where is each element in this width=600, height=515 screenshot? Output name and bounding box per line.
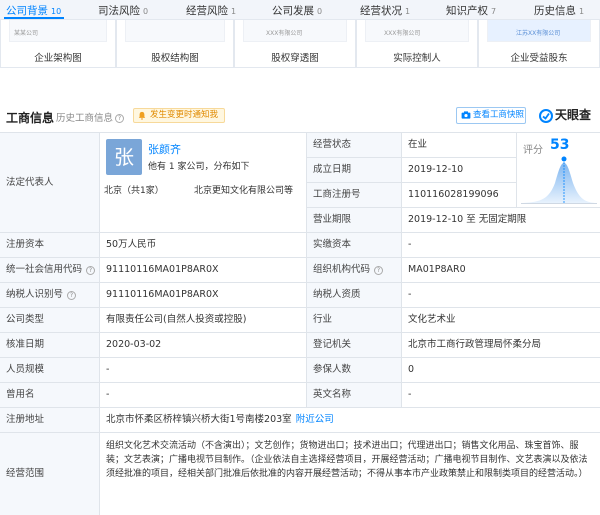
thumb-label: 企业受益股东 bbox=[510, 53, 568, 64]
thumb-equity-structure[interactable]: 股权结构图 bbox=[116, 20, 234, 68]
english-name-label: 英文名称 bbox=[307, 383, 402, 408]
help-icon[interactable]: ? bbox=[67, 290, 77, 300]
avatar[interactable]: 张 bbox=[106, 139, 142, 175]
capital-label: 注册资本 bbox=[0, 233, 100, 258]
credit-code-value: 91110116MA01P8AR0X bbox=[100, 258, 307, 283]
tab-intellectual-property[interactable]: 知识产权 7 bbox=[446, 3, 496, 17]
paid-capital-value: - bbox=[402, 233, 600, 258]
legal-rep-city: 北京（共1家） bbox=[104, 186, 164, 196]
tax-qualification-label: 纳税人资质 bbox=[307, 283, 402, 308]
tab-company-background[interactable]: 公司背景 10 bbox=[6, 3, 61, 17]
thumb-image: 某某公司 bbox=[9, 20, 107, 42]
thumb-image: XXX有限公司 bbox=[365, 20, 469, 42]
english-name-value: - bbox=[402, 383, 600, 408]
capital-value: 50万人民币 bbox=[100, 233, 307, 258]
thumb-equity-penetration[interactable]: XXX有限公司 股权穿透图 bbox=[234, 20, 356, 68]
former-name-value: - bbox=[100, 383, 307, 408]
thumb-enterprise-structure[interactable]: 某某公司 企业架构图 bbox=[0, 20, 116, 68]
top-tab-bar: 公司背景 10 司法风险 0 经营风险 1 公司发展 0 经营状况 1 知识产权 7 历史信… bbox=[0, 0, 600, 20]
legal-rep-name[interactable]: 张颜齐 bbox=[148, 141, 181, 157]
term-value: 2019-12-10 至 无固定期限 bbox=[402, 208, 600, 233]
org-code-label: 组织机构代码? bbox=[307, 258, 402, 283]
tab-judicial-risk[interactable]: 司法风险 0 bbox=[98, 3, 148, 17]
thumb-label: 企业架构图 bbox=[34, 53, 82, 64]
tab-operating-status[interactable]: 经营状况 1 bbox=[360, 3, 410, 17]
thumb-image: 江苏XX有限公司 bbox=[487, 20, 591, 42]
company-type-value: 有限责任公司(自然人投资或控股) bbox=[100, 308, 307, 333]
active-tab-indicator bbox=[4, 17, 64, 19]
tianyancha-brand: 天眼查 bbox=[539, 106, 591, 123]
regno-label: 工商注册号 bbox=[307, 183, 402, 208]
former-name-label: 曾用名 bbox=[0, 383, 100, 408]
legal-rep-label: 法定代表人 bbox=[0, 133, 100, 233]
score-marker bbox=[561, 156, 567, 162]
authority-label: 登记机关 bbox=[307, 333, 402, 358]
insured-label: 参保人数 bbox=[307, 358, 402, 383]
tab-business-risk[interactable]: 经营风险 1 bbox=[186, 3, 236, 17]
tax-id-label: 纳税人识别号? bbox=[0, 283, 100, 308]
address-value: 北京市怀柔区桥梓镇兴桥大街1号南楼203室 附近公司 bbox=[100, 408, 600, 433]
credit-code-label: 统一社会信用代码? bbox=[0, 258, 100, 283]
industry-value: 文化艺术业 bbox=[402, 308, 600, 333]
staff-size-label: 人员规模 bbox=[0, 358, 100, 383]
history-business-info-link[interactable]: 历史工商信息? bbox=[56, 110, 125, 124]
chart-thumbnails: 某某公司 企业架构图 股权结构图 XXX有限公司 股权穿透图 XXX有限公司 实… bbox=[0, 20, 600, 68]
thumb-beneficial-shareholder[interactable]: 江苏XX有限公司 企业受益股东 bbox=[478, 20, 600, 68]
change-notify-button[interactable]: 发生变更时通知我 bbox=[133, 108, 226, 123]
bell-icon bbox=[138, 111, 146, 120]
business-info-table: 法定代表人 张 张颜齐 他有 1 家公司，分布如下 北京（共1家） 北京更知文化… bbox=[0, 132, 600, 515]
help-icon[interactable]: ? bbox=[86, 265, 96, 275]
tab-history-info[interactable]: 历史信息 1 bbox=[534, 3, 584, 17]
legal-rep-desc: 他有 1 家公司，分布如下 bbox=[148, 162, 250, 172]
founded-value: 2019-12-10 bbox=[402, 158, 517, 183]
term-label: 营业期限 bbox=[307, 208, 402, 233]
legal-rep-company[interactable]: 北京更知文化有限公司等 bbox=[194, 183, 293, 196]
thumb-image bbox=[125, 20, 225, 42]
paid-capital-label: 实缴资本 bbox=[307, 233, 402, 258]
tax-id-value: 91110116MA01P8AR0X bbox=[100, 283, 307, 308]
org-code-value: MA01P8AR0 bbox=[402, 258, 600, 283]
regno-value: 110116028199096 bbox=[402, 183, 517, 208]
score-panel: 评分 53 bbox=[517, 133, 600, 208]
help-icon[interactable]: ? bbox=[374, 265, 384, 275]
scope-value: 组织文化艺术交流活动（不含演出）；文艺创作；货物进出口；技术进出口；代理进出口；… bbox=[100, 433, 600, 515]
thumb-label: 实际控制人 bbox=[393, 53, 441, 64]
scope-label: 经营范围 bbox=[0, 433, 100, 515]
thumb-label: 股权穿透图 bbox=[271, 53, 319, 64]
view-business-snapshot-button[interactable]: 查看工商快照 bbox=[456, 107, 526, 124]
authority-value: 北京市工商行政管理局怀柔分局 bbox=[402, 333, 600, 358]
thumb-image: XXX有限公司 bbox=[243, 20, 347, 42]
status-label: 经营状态 bbox=[307, 133, 402, 158]
staff-size-value: - bbox=[100, 358, 307, 383]
company-type-label: 公司类型 bbox=[0, 308, 100, 333]
address-label: 注册地址 bbox=[0, 408, 100, 433]
tax-qualification-value: - bbox=[402, 283, 600, 308]
legal-rep-cell: 张 张颜齐 他有 1 家公司，分布如下 北京（共1家） 北京更知文化有限公司等 bbox=[100, 133, 307, 233]
thumb-label: 股权结构图 bbox=[151, 53, 199, 64]
status-value: 在业 bbox=[402, 133, 517, 158]
thumb-actual-controller[interactable]: XXX有限公司 实际控制人 bbox=[356, 20, 478, 68]
score-distribution-chart bbox=[521, 156, 597, 204]
approval-date-value: 2020-03-02 bbox=[100, 333, 307, 358]
industry-label: 行业 bbox=[307, 308, 402, 333]
camera-icon bbox=[461, 111, 471, 119]
section-title: 工商信息 bbox=[6, 111, 55, 125]
approval-date-label: 核准日期 bbox=[0, 333, 100, 358]
tab-company-development[interactable]: 公司发展 0 bbox=[272, 3, 322, 17]
insured-value: 0 bbox=[402, 358, 600, 383]
business-info-header: 工商信息 历史工商信息? 发生变更时通知我 查看工商快照 天眼查 bbox=[0, 100, 600, 130]
tianyancha-logo-icon bbox=[539, 108, 553, 123]
founded-label: 成立日期 bbox=[307, 158, 402, 183]
help-icon: ? bbox=[115, 114, 125, 123]
nearby-companies-link[interactable]: 附近公司 bbox=[296, 413, 334, 427]
score-value: 53 bbox=[550, 137, 570, 153]
